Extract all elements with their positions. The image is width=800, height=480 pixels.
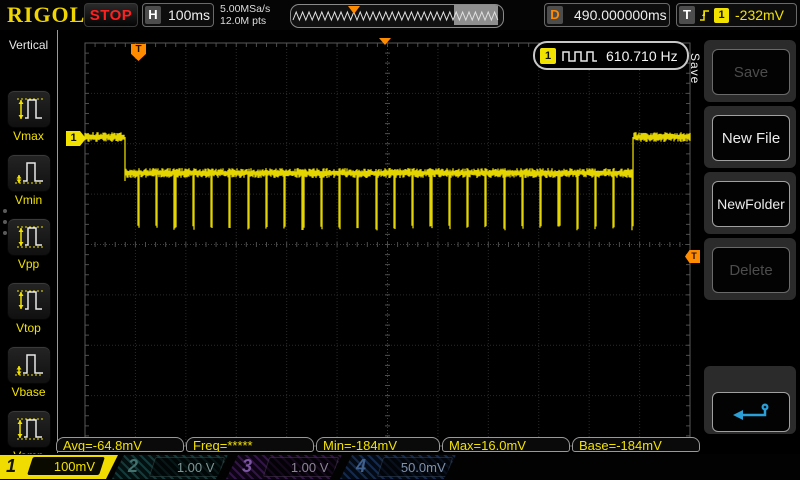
vtop-label: Vtop	[0, 321, 57, 335]
memory-depth: 12.0M pts	[220, 15, 270, 27]
horizontal-timebase-box: H 100ms	[142, 3, 214, 27]
channel-3-number: 3	[242, 456, 252, 477]
channel-2-scale-box: 1.00 V	[149, 457, 225, 477]
vertical-measure-menu: Vertical Vmax Vmin	[0, 30, 57, 453]
save-button[interactable]: Save	[712, 49, 790, 95]
delay-box: D 490.000000ms	[544, 3, 670, 27]
measurement-base: Base=-184mV	[572, 437, 700, 452]
trigger-level-value: -232mV	[735, 7, 784, 23]
trigger-box: T 1 -232mV	[676, 3, 797, 27]
waveform-display	[58, 30, 703, 453]
delete-button[interactable]: Delete	[712, 247, 790, 293]
vtop-icon	[13, 287, 45, 315]
rising-edge-icon	[698, 7, 711, 23]
channel-2-scale: 1.00 V	[177, 460, 215, 475]
menu-block: Delete	[704, 238, 796, 300]
menu-block: New File	[704, 106, 796, 168]
measurement-max: Max=16.0mV	[442, 437, 570, 452]
vmax-icon	[13, 95, 45, 123]
channel-4-scale-box: 50.0mV	[377, 457, 453, 477]
new-folder-button[interactable]: NewFolder	[712, 181, 790, 227]
square-wave-icon	[562, 49, 598, 63]
vbase-button[interactable]	[7, 346, 51, 384]
menu-block: NewFolder	[704, 172, 796, 234]
vmax-label: Vmax	[0, 129, 57, 143]
measurement-avg: Avg=-64.8mV	[56, 437, 184, 452]
horizontal-label: H	[145, 6, 161, 24]
vmax-button[interactable]	[7, 90, 51, 128]
delay-label: D	[547, 6, 563, 24]
channel-4-number: 4	[356, 456, 366, 477]
new-file-button[interactable]: New File	[712, 115, 790, 161]
vamp-button[interactable]	[7, 410, 51, 448]
menu-page-indicator	[1, 202, 9, 242]
counter-value: 610.710 Hz	[606, 48, 678, 64]
measurement-freq: Freq=*****	[186, 437, 314, 452]
left-menu-title: Vertical	[0, 38, 57, 52]
vamp-icon	[13, 415, 45, 443]
sample-rate: 5.00MSa/s	[220, 3, 270, 15]
return-arrow-icon	[729, 400, 773, 424]
vtop-button[interactable]	[7, 282, 51, 320]
vmin-button[interactable]	[7, 154, 51, 192]
oscilloscope-screen: RIGOL STOP H 100ms 5.00MSa/s 12.0M pts D…	[0, 0, 800, 480]
rigol-logo: RIGOL	[7, 2, 85, 28]
vmin-icon	[13, 159, 45, 187]
vpp-icon	[13, 223, 45, 251]
menu-block	[704, 366, 796, 434]
vbase-label: Vbase	[0, 385, 57, 399]
channel-3-scale-box: 1.00 V	[263, 457, 339, 477]
trigger-label: T	[679, 6, 695, 24]
channel-1-number: 1	[6, 456, 16, 477]
memory-waveform-preview	[290, 4, 504, 28]
frequency-counter: 1 610.710 Hz	[533, 41, 689, 70]
horizontal-center-marker	[379, 38, 391, 45]
vpp-label: Vpp	[0, 257, 57, 271]
counter-channel-badge: 1	[540, 48, 556, 64]
vbase-icon	[13, 351, 45, 379]
vpp-button[interactable]	[7, 218, 51, 256]
measurement-min: Min=-184mV	[316, 437, 440, 452]
trigger-source-badge: 1	[714, 8, 729, 23]
channel-4-status[interactable]: 4 50.0mV	[340, 455, 456, 479]
channel-3-status[interactable]: 3 1.00 V	[226, 455, 342, 479]
channel-1-scale: 100mV	[54, 459, 95, 474]
menu-block: Save	[704, 40, 796, 102]
channel-1-scale-box: 100mV	[27, 457, 105, 475]
preview-waveform-icon	[291, 5, 501, 25]
channel-1-status[interactable]: 1 100mV	[0, 455, 118, 479]
timebase-value: 100ms	[168, 7, 210, 23]
graticule-and-trace	[58, 30, 703, 453]
delay-value: 490.000000ms	[574, 7, 667, 23]
channel-2-status[interactable]: 2 1.00 V	[112, 455, 228, 479]
channel-3-scale: 1.00 V	[291, 460, 329, 475]
channel-2-number: 2	[128, 456, 138, 477]
run-state-indicator[interactable]: STOP	[84, 3, 138, 27]
channel-4-scale: 50.0mV	[401, 460, 446, 475]
back-button[interactable]	[712, 392, 790, 432]
run-state-label: STOP	[90, 7, 133, 24]
channel-status-bar: 1 100mV 2 1.00 V	[0, 454, 800, 480]
save-menu-tab: Save	[686, 36, 702, 102]
top-status-bar: RIGOL STOP H 100ms 5.00MSa/s 12.0M pts D…	[0, 0, 800, 30]
acquisition-info: 5.00MSa/s 12.0M pts	[220, 3, 270, 27]
